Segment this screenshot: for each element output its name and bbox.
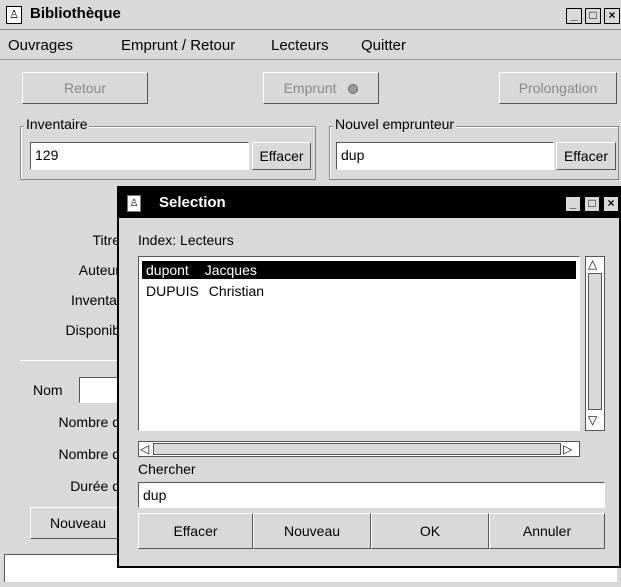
disponible-label: Disponib <box>65 322 120 338</box>
emprunt-label: Emprunt <box>283 80 337 96</box>
emprunteur-input[interactable]: dup <box>336 142 554 170</box>
inventaire-info-label: Inventai <box>70 292 120 308</box>
search-label: Chercher <box>138 461 196 477</box>
list-item[interactable]: DUPUIS Christian <box>142 282 576 300</box>
dialog-app-icon[interactable]: ♙ <box>127 195 141 212</box>
selection-dialog: ♙ Selection _ □ × Index: Lecteurs dupont… <box>117 186 621 568</box>
nouvel-emprunteur-label: Nouvel emprunteur <box>333 116 457 132</box>
scroll-right-icon[interactable]: ▷ <box>563 443 572 455</box>
title-bar[interactable]: ♙ Bibliothèque _ □ × <box>0 0 621 30</box>
scroll-down-icon[interactable]: ▽ <box>588 414 597 426</box>
prolongation-button[interactable]: Prolongation <box>499 72 617 104</box>
annuler-button[interactable]: Annuler <box>489 513 605 549</box>
index-label: Index: Lecteurs <box>138 232 234 248</box>
dialog-minimize-button[interactable]: _ <box>565 196 581 212</box>
ok-button[interactable]: OK <box>371 513 489 549</box>
vertical-scrollbar[interactable]: △ ▽ <box>585 256 605 431</box>
retour-button[interactable]: Retour <box>22 72 148 104</box>
effacer-button[interactable]: Effacer <box>138 513 253 549</box>
separator <box>20 360 120 361</box>
maximize-button[interactable]: □ <box>585 8 601 24</box>
scroll-thumb[interactable] <box>588 273 602 410</box>
minimize-button[interactable]: _ <box>566 8 582 24</box>
list-item-name: dupont <box>146 262 189 278</box>
main-window: ♙ Bibliothèque _ □ × Ouvrages Emprunt / … <box>0 0 621 587</box>
scroll-left-icon[interactable]: ◁ <box>140 443 149 455</box>
dialog-title: Selection <box>159 194 226 211</box>
duree-label: Durée d <box>70 478 120 494</box>
dialog-close-button[interactable]: × <box>603 196 619 212</box>
nom-input[interactable] <box>79 377 119 403</box>
list-item-first: Christian <box>208 283 265 299</box>
inventaire-input[interactable]: 129 <box>30 142 249 170</box>
horizontal-scrollbar[interactable]: ◁ ▷ <box>138 441 580 457</box>
menu-emprunt-retour[interactable]: Emprunt / Retour <box>121 37 235 54</box>
window-title: Bibliothèque <box>30 5 121 22</box>
lecteurs-list[interactable]: dupont Jacques DUPUIS Christian <box>138 256 580 431</box>
dialog-title-bar[interactable]: ♙ Selection _ □ × <box>119 188 619 218</box>
status-led-icon <box>348 84 359 95</box>
scroll-up-icon[interactable]: △ <box>588 258 597 270</box>
nombre-label-1: Nombre d <box>58 414 120 430</box>
menu-quitter[interactable]: Quitter <box>361 37 406 54</box>
nouveau-button[interactable]: Nouveau <box>253 513 371 549</box>
app-icon[interactable]: ♙ <box>6 6 22 24</box>
list-item-first: Jacques <box>204 262 257 278</box>
titre-label: Titre <box>92 232 120 248</box>
search-input[interactable]: dup <box>138 482 605 508</box>
close-button[interactable]: × <box>604 8 620 24</box>
emprunt-button[interactable]: Emprunt <box>263 72 379 104</box>
hscroll-thumb[interactable] <box>153 443 561 455</box>
menu-bar: Ouvrages Emprunt / Retour Lecteurs Quitt… <box>0 30 621 60</box>
menu-ouvrages[interactable]: Ouvrages <box>8 37 73 54</box>
inventaire-clear-button[interactable]: Effacer <box>252 142 311 170</box>
nouveau-reader-button[interactable]: Nouveau <box>30 507 126 539</box>
emprunteur-clear-button[interactable]: Effacer <box>556 142 616 170</box>
inventaire-label: Inventaire <box>24 116 90 132</box>
menu-lecteurs[interactable]: Lecteurs <box>271 37 329 54</box>
auteur-label: Auteur <box>78 262 120 278</box>
nombre-label-2: Nombre d <box>58 446 120 462</box>
list-item[interactable]: dupont Jacques <box>142 261 576 279</box>
dialog-maximize-button[interactable]: □ <box>584 196 600 212</box>
list-item-name: DUPUIS <box>146 283 199 299</box>
nom-label: Nom <box>33 382 63 398</box>
